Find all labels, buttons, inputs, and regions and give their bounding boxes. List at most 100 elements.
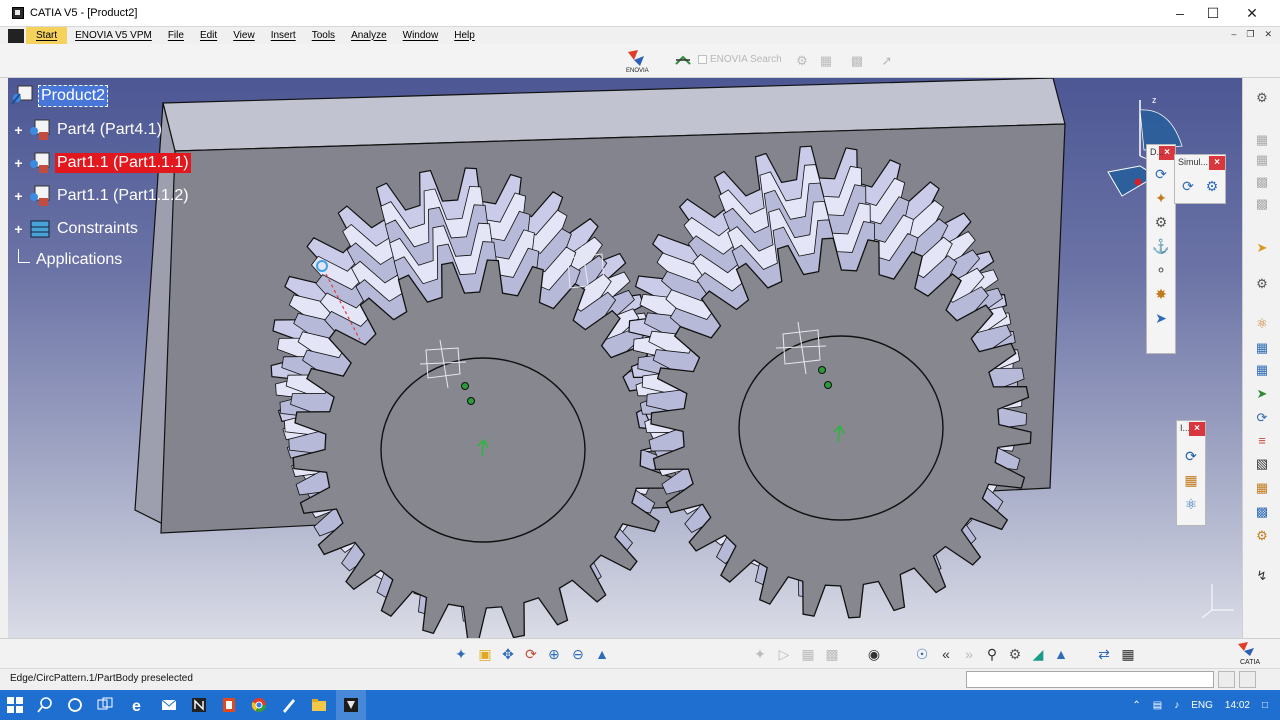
part-insert-icon[interactable]: ▦ bbox=[1251, 360, 1273, 380]
swap-visible-icon[interactable]: ⇄ bbox=[1094, 644, 1114, 664]
command-input[interactable] bbox=[966, 671, 1214, 688]
disabled-view-icon[interactable]: ▷ bbox=[774, 644, 794, 664]
clock[interactable]: 14:02 bbox=[1225, 700, 1250, 711]
shading-icon[interactable]: ◢ bbox=[1028, 644, 1048, 664]
floating-toolbar-kinematics[interactable]: I... × ⟳ ▦ ⚛ bbox=[1176, 420, 1206, 526]
anchor-tool-icon[interactable]: ⚓ bbox=[1150, 235, 1172, 257]
select-arrow-icon[interactable]: ➤ bbox=[1251, 238, 1273, 258]
normal-view-icon[interactable]: ▲ bbox=[592, 644, 612, 664]
app-dark-icon[interactable] bbox=[190, 696, 208, 714]
tree-root[interactable]: Product2 bbox=[10, 84, 109, 108]
simulation-icon[interactable]: ⟳ bbox=[1177, 175, 1199, 197]
zoom-in-icon[interactable]: ⊕ bbox=[544, 644, 564, 664]
existing-component-icon[interactable]: ➤ bbox=[1251, 384, 1273, 404]
disabled-tool-icon[interactable]: ▩ bbox=[1251, 194, 1273, 214]
component-icon[interactable]: ⚛ bbox=[1251, 314, 1273, 334]
constraint-update-icon[interactable]: ↯ bbox=[1251, 566, 1273, 586]
snap-tool-icon[interactable]: ⚙ bbox=[1150, 211, 1172, 233]
previous-step-icon[interactable]: « bbox=[936, 644, 956, 664]
menu-analyze[interactable]: Analyze bbox=[343, 27, 395, 45]
paint-icon[interactable] bbox=[280, 696, 298, 714]
network-icon[interactable]: ▤ bbox=[1153, 700, 1162, 711]
3d-viewport[interactable]: z Product2 + Part4 (Part4.1) + Part1.1 (… bbox=[8, 78, 1242, 638]
mdi-close-button[interactable]: ✕ bbox=[1264, 29, 1272, 40]
move-tool-icon[interactable]: ✦ bbox=[1150, 187, 1172, 209]
disabled-view-icon[interactable]: ▦ bbox=[798, 644, 818, 664]
product-insert-icon[interactable]: ▦ bbox=[1251, 338, 1273, 358]
disabled-tool-icon[interactable]: ▦ bbox=[1251, 130, 1273, 150]
catia-menu-icon[interactable] bbox=[8, 28, 24, 43]
constraint-tool-icon[interactable]: ⚬ bbox=[1150, 259, 1172, 281]
volume-icon[interactable]: ♪ bbox=[1174, 700, 1179, 711]
enovia-connect-icon[interactable] bbox=[674, 52, 692, 70]
mdi-restore-button[interactable]: ❐ bbox=[1246, 29, 1254, 40]
annotation-icon[interactable]: ▦ bbox=[1251, 478, 1273, 498]
menu-edit[interactable]: Edit bbox=[192, 27, 225, 45]
tree-node-applications[interactable]: Applications bbox=[18, 249, 124, 270]
close-window-button[interactable]: ✕ bbox=[1232, 0, 1272, 26]
mechanism-tool-icon[interactable]: ⚛ bbox=[1180, 493, 1202, 515]
enovia-disabled-icon-1[interactable]: ⚙ bbox=[793, 52, 811, 70]
pan-icon[interactable]: ✥ bbox=[498, 644, 518, 664]
workbench-icon[interactable]: ⚙ bbox=[1251, 88, 1273, 108]
command-button-2[interactable] bbox=[1239, 671, 1256, 688]
tree-node-part1-2[interactable]: + Part1.1 (Part1.1.2) bbox=[12, 184, 191, 208]
notification-icon[interactable]: □ bbox=[1262, 700, 1268, 711]
close-icon[interactable]: × bbox=[1189, 422, 1205, 436]
cortana-icon[interactable] bbox=[66, 696, 84, 714]
enovia-disabled-icon-4[interactable]: ➚ bbox=[878, 52, 896, 70]
expand-icon[interactable]: + bbox=[12, 189, 25, 203]
render-style-icon[interactable]: ▲ bbox=[1051, 644, 1071, 664]
chevron-up-icon[interactable]: ⌃ bbox=[1132, 700, 1140, 711]
enovia-search[interactable]: ENOVIA Search bbox=[698, 54, 782, 65]
mail-icon[interactable] bbox=[160, 696, 178, 714]
analysis-icon[interactable]: ⚙ bbox=[1005, 644, 1025, 664]
menu-help[interactable]: Help bbox=[446, 27, 483, 45]
menu-insert[interactable]: Insert bbox=[263, 27, 304, 45]
tree-node-part4[interactable]: + Part4 (Part4.1) bbox=[12, 118, 164, 142]
hide-show-icon[interactable]: ▦ bbox=[1118, 644, 1138, 664]
rotate-view-icon[interactable]: ⟳ bbox=[521, 644, 541, 664]
maximize-button[interactable]: ☐ bbox=[1193, 0, 1233, 26]
fit-all-icon[interactable]: ▣ bbox=[475, 644, 495, 664]
disabled-tool-icon[interactable]: ▩ bbox=[1251, 172, 1273, 192]
fly-mode-icon[interactable]: ✦ bbox=[451, 644, 471, 664]
zoom-out-icon[interactable]: ⊖ bbox=[568, 644, 588, 664]
menu-enovia[interactable]: ENOVIA V5 VPM bbox=[67, 27, 160, 45]
floating-toolbar-dmu[interactable]: D... × ⟳ ✦ ⚙ ⚓ ⚬ ✸ ➤ bbox=[1146, 144, 1176, 354]
menu-start[interactable]: Start bbox=[26, 26, 68, 45]
disabled-view-icon[interactable]: ✦ bbox=[750, 644, 770, 664]
next-step-icon[interactable]: » bbox=[959, 644, 979, 664]
edge-browser-icon[interactable]: e bbox=[130, 696, 148, 714]
simulation-player-icon[interactable]: ⚙ bbox=[1201, 175, 1223, 197]
explode-tool-icon[interactable]: ✸ bbox=[1150, 283, 1172, 305]
text-icon[interactable]: ▧ bbox=[1251, 454, 1273, 474]
graph-tree-icon[interactable]: ≡ bbox=[1251, 430, 1273, 450]
multi-instance-icon[interactable]: ▩ bbox=[1251, 502, 1273, 522]
replace-component-icon[interactable]: ⟳ bbox=[1251, 408, 1273, 428]
floating-toolbar-simulation[interactable]: Simul... × ⟳ ⚙ bbox=[1174, 154, 1226, 204]
menu-tools[interactable]: Tools bbox=[304, 27, 343, 45]
menu-window[interactable]: Window bbox=[395, 27, 447, 45]
rotate-tool-icon[interactable]: ⟳ bbox=[1150, 163, 1172, 185]
chrome-icon[interactable] bbox=[250, 696, 268, 714]
command-button[interactable] bbox=[1218, 671, 1235, 688]
manipulate-tool-icon[interactable]: ➤ bbox=[1150, 307, 1172, 329]
tree-node-constraints[interactable]: + Constraints bbox=[12, 217, 140, 241]
measure-icon[interactable]: ⚲ bbox=[982, 644, 1002, 664]
menu-file[interactable]: File bbox=[160, 27, 192, 45]
disabled-tool-icon[interactable]: ▦ bbox=[1251, 150, 1273, 170]
enovia-disabled-icon-3[interactable]: ▩ bbox=[848, 52, 866, 70]
file-explorer-icon[interactable] bbox=[310, 696, 328, 714]
swirl-tool-icon[interactable]: ⟳ bbox=[1180, 445, 1202, 467]
snap-icon[interactable]: ⚙ bbox=[1251, 274, 1273, 294]
language-indicator[interactable]: ENG bbox=[1191, 700, 1213, 711]
gear-assembly-model[interactable]: z bbox=[8, 78, 1242, 638]
compass-reset-icon[interactable]: ☉ bbox=[912, 644, 932, 664]
disabled-view-icon[interactable]: ▩ bbox=[822, 644, 842, 664]
enovia-search-checkbox[interactable] bbox=[698, 55, 707, 64]
joint-tool-icon[interactable]: ▦ bbox=[1180, 469, 1202, 491]
expand-icon[interactable]: + bbox=[12, 222, 25, 236]
enovia-disabled-icon-2[interactable]: ▦ bbox=[817, 52, 835, 70]
office-icon[interactable] bbox=[220, 696, 238, 714]
